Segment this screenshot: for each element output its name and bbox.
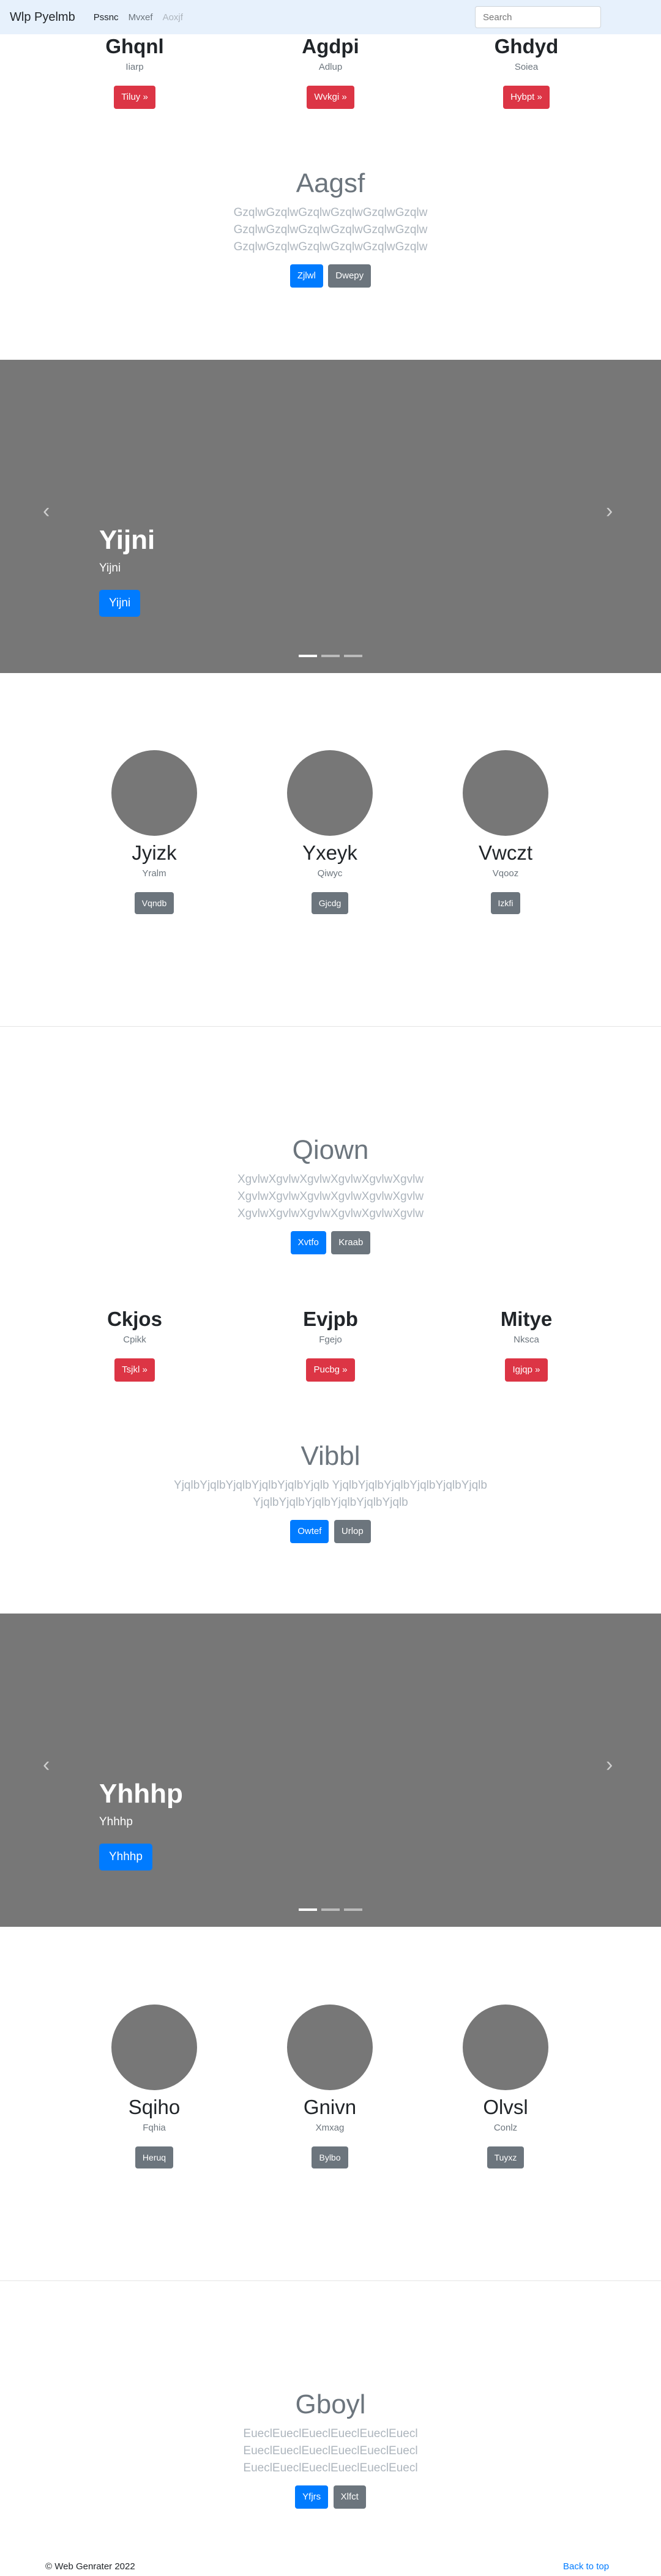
avatar-sub: Conlz bbox=[493, 2123, 518, 2133]
carousel-next-icon[interactable]: › bbox=[606, 1753, 613, 1777]
navbar: Wlp Pyelmb Pssnc Mvxef Aoxjf bbox=[0, 0, 661, 34]
jumbotron-4: Gboyl EueclEueclEueclEueclEueclEuecl Eue… bbox=[0, 2388, 661, 2509]
feature-sub: Fgejo bbox=[319, 1335, 342, 1345]
footer-copyright: © Web Genrater 2022 bbox=[45, 2561, 135, 2572]
search-input[interactable] bbox=[475, 6, 601, 28]
avatar bbox=[287, 750, 373, 836]
search-button[interactable] bbox=[606, 6, 652, 28]
feature-button[interactable]: Pucbg » bbox=[306, 1358, 355, 1382]
primary-button[interactable]: Yfjrs bbox=[295, 2485, 329, 2509]
jumbotron-title: Qiown bbox=[292, 1135, 369, 1165]
avatar-button[interactable]: Heruq bbox=[135, 2146, 174, 2168]
feature-button[interactable]: Tiluy » bbox=[114, 86, 155, 109]
avatar-title: Olvsl bbox=[483, 2096, 528, 2118]
nav-link-2[interactable]: Mvxef bbox=[129, 12, 153, 23]
jumbotron-text: XgvlwXgvlwXgvlwXgvlwXgvlwXgvlw XgvlwXgvl… bbox=[237, 1173, 424, 1220]
feature-button[interactable]: Hybpt » bbox=[503, 86, 550, 109]
feature-title: Agdpi bbox=[302, 35, 359, 58]
carousel-indicator[interactable] bbox=[321, 1908, 340, 1911]
feature-sub: Soiea bbox=[514, 62, 539, 72]
carousel-next-icon[interactable]: › bbox=[606, 499, 613, 523]
feature-title: Ckjos bbox=[107, 1308, 162, 1330]
feature-col-1: Ghqnl Iiarp Tiluy » bbox=[24, 34, 245, 109]
feature-title: Evjpb bbox=[303, 1308, 358, 1330]
avatar-button[interactable]: Izkfi bbox=[490, 892, 521, 914]
carousel-indicator[interactable] bbox=[344, 655, 362, 657]
avatar-col-3: Olvsl Conlz Tuyxz bbox=[395, 2005, 616, 2168]
jumbotron-title: Gboyl bbox=[295, 2389, 366, 2419]
jumbotron-2: Qiown XgvlwXgvlwXgvlwXgvlwXgvlwXgvlw Xgv… bbox=[0, 1133, 661, 1254]
carousel-caption: Yhhhp bbox=[99, 1815, 133, 1828]
jumbotron-3: Vibbl YjqlbYjqlbYjqlbYjqlbYjqlbYjqlb Yjq… bbox=[0, 1439, 661, 1543]
nav-link-3: Aoxjf bbox=[162, 12, 183, 23]
carousel-indicator[interactable] bbox=[299, 655, 317, 657]
avatar-sub: Vqooz bbox=[492, 868, 519, 879]
carousel-title: Yhhhp bbox=[99, 1779, 183, 1809]
carousel-indicator[interactable] bbox=[321, 655, 340, 657]
back-to-top-link[interactable]: Back to top bbox=[563, 2561, 609, 2572]
feature-title: Mitye bbox=[500, 1308, 553, 1330]
divider bbox=[0, 1026, 661, 1027]
avatar-button[interactable]: Tuyxz bbox=[487, 2146, 525, 2168]
jumbotron-1: Aagsf GzqlwGzqlwGzqlwGzqlwGzqlwGzqlw Gzq… bbox=[0, 166, 661, 288]
carousel-indicator[interactable] bbox=[344, 1908, 362, 1911]
feature-col-2: Evjpb Fgejo Pucbg » bbox=[220, 1307, 441, 1382]
feature-sub: Nksca bbox=[513, 1335, 539, 1345]
feature-sub: Cpikk bbox=[123, 1335, 146, 1345]
jumbotron-text: YjqlbYjqlbYjqlbYjqlbYjqlbYjqlb YjqlbYjql… bbox=[174, 1479, 487, 1509]
feature-button[interactable]: Tsjkl » bbox=[114, 1358, 155, 1382]
feature-title: Ghqnl bbox=[105, 35, 164, 58]
avatar bbox=[463, 2005, 548, 2090]
feature-col-3: Ghdyd Soiea Hybpt » bbox=[416, 34, 637, 109]
carousel-button[interactable]: Yijni bbox=[99, 590, 141, 617]
secondary-button[interactable]: Kraab bbox=[331, 1231, 371, 1254]
primary-button[interactable]: Owtef bbox=[290, 1520, 329, 1543]
carousel-prev-icon[interactable]: ‹ bbox=[43, 1753, 50, 1777]
carousel-title: Yijni bbox=[99, 525, 155, 555]
feature-button[interactable]: Igjqp » bbox=[505, 1358, 548, 1382]
primary-button[interactable]: Xvtfo bbox=[290, 1231, 326, 1254]
jumbotron-text: GzqlwGzqlwGzqlwGzqlwGzqlwGzqlw GzqlwGzql… bbox=[233, 206, 428, 253]
feature-sub: Iiarp bbox=[125, 62, 144, 72]
avatar bbox=[111, 750, 197, 836]
feature-col-3: Mitye Nksca Igjqp » bbox=[416, 1307, 637, 1382]
primary-button[interactable]: Zjlwl bbox=[289, 264, 323, 288]
avatar-title: Vwczt bbox=[478, 841, 532, 864]
secondary-button[interactable]: Urlop bbox=[334, 1520, 371, 1543]
divider bbox=[0, 2280, 661, 2281]
carousel-button[interactable]: Yhhhp bbox=[99, 1844, 152, 1871]
carousel: ‹ › Yhhhp Yhhhp Yhhhp bbox=[0, 1614, 661, 1927]
feature-title: Ghdyd bbox=[494, 35, 559, 58]
avatar bbox=[463, 750, 548, 836]
avatar-button[interactable]: Bylbo bbox=[312, 2146, 348, 2168]
avatar-button[interactable]: Vqndb bbox=[134, 892, 174, 914]
secondary-button[interactable]: Xlfct bbox=[333, 2485, 366, 2509]
nav-link-1[interactable]: Pssnc bbox=[94, 12, 119, 23]
carousel-indicator[interactable] bbox=[299, 1908, 317, 1911]
feature-col-2: Agdpi Adlup Wvkgi » bbox=[220, 34, 441, 109]
carousel-prev-icon[interactable]: ‹ bbox=[43, 499, 50, 523]
feature-button[interactable]: Wvkgi » bbox=[307, 86, 354, 109]
brand[interactable]: Wlp Pyelmb bbox=[10, 10, 75, 24]
jumbotron-title: Vibbl bbox=[301, 1441, 360, 1471]
feature-col-1: Ckjos Cpikk Tsjkl » bbox=[24, 1307, 245, 1382]
carousel-caption: Yijni bbox=[99, 562, 121, 575]
jumbotron-title: Aagsf bbox=[296, 168, 365, 198]
secondary-button[interactable]: Dwepy bbox=[328, 264, 372, 288]
jumbotron-text: EueclEueclEueclEueclEueclEuecl EueclEuec… bbox=[243, 2427, 418, 2474]
avatar-button[interactable]: Gjcdg bbox=[311, 892, 349, 914]
avatar bbox=[287, 2005, 373, 2090]
avatar-col-3: Vwczt Vqooz Izkfi bbox=[395, 750, 616, 914]
carousel: ‹ › Yijni Yijni Yijni bbox=[0, 360, 661, 673]
feature-sub: Adlup bbox=[318, 62, 343, 72]
avatar bbox=[111, 2005, 197, 2090]
